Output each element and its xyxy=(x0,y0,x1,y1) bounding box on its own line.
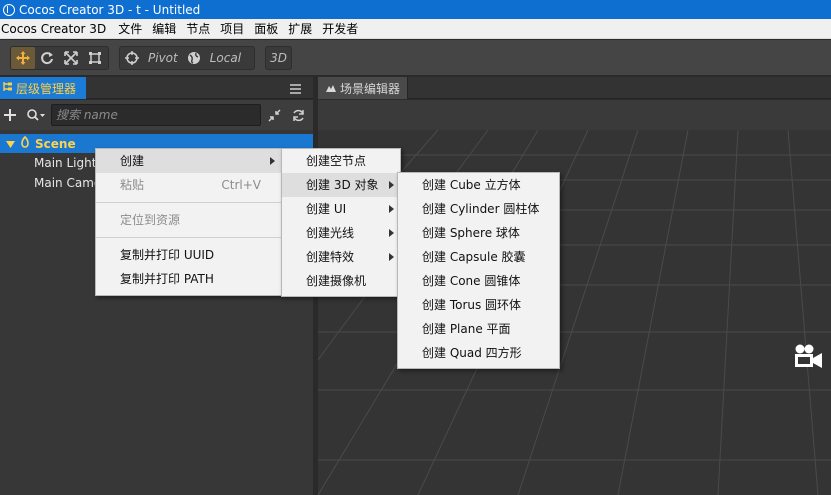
menu-item-paste-label: 粘贴 xyxy=(120,178,145,192)
menu-item-create-torus[interactable]: 创建 Torus 圆环体 xyxy=(398,293,559,317)
menu-item-create-sphere[interactable]: 创建 Sphere 球体 xyxy=(398,221,559,245)
menu-item-create-empty-node[interactable]: 创建空节点 xyxy=(282,149,400,173)
menu-app[interactable]: Cocos Creator 3D xyxy=(0,19,114,39)
menu-item-create-capsule[interactable]: 创建 Capsule 胶囊 xyxy=(398,245,559,269)
create-3d-object-submenu: 创建 Cube 立方体 创建 Cylinder 圆柱体 创建 Sphere 球体… xyxy=(397,172,560,369)
window-title: Cocos Creator 3D - t - Untitled xyxy=(19,2,201,17)
menu-item-create-light[interactable]: 创建光线 xyxy=(282,221,400,245)
menu-item-create-effects-label: 创建特效 xyxy=(306,250,355,264)
hierarchy-menu-icon[interactable] xyxy=(290,83,301,94)
menu-item-paste[interactable]: 粘贴 Ctrl+V xyxy=(96,173,281,197)
transform-tools xyxy=(10,46,109,70)
menu-item-create-camera[interactable]: 创建摄像机 xyxy=(282,269,400,293)
window-title-bar: Cocos Creator 3D - t - Untitled xyxy=(0,0,831,19)
expand-arrow-icon[interactable] xyxy=(6,137,15,151)
menu-bar: Cocos Creator 3D 文件 编辑 节点 项目 面板 扩展 开发者 xyxy=(0,19,831,39)
search-input[interactable]: 搜索 name xyxy=(51,104,261,126)
submenu-arrow-icon xyxy=(389,181,394,189)
menu-edit[interactable]: 编辑 xyxy=(148,19,182,39)
tab-hierarchy[interactable]: 层级管理器 xyxy=(0,77,86,99)
menu-separator xyxy=(96,237,281,238)
menu-item-create-light-label: 创建光线 xyxy=(306,226,355,240)
tab-scene-editor[interactable]: 场景编辑器 xyxy=(318,77,408,99)
scene-node-label: Scene xyxy=(35,136,76,151)
scale-tool-icon[interactable] xyxy=(59,47,83,69)
menu-developer[interactable]: 开发者 xyxy=(318,19,364,39)
submenu-arrow-icon xyxy=(270,157,275,165)
main-toolbar: Pivot Local 3D xyxy=(0,40,831,76)
camera-gizmo-icon[interactable] xyxy=(792,343,824,372)
search-type-icon[interactable] xyxy=(27,109,45,124)
hierarchy-tab-icon xyxy=(3,81,13,95)
rotate-tool-icon[interactable] xyxy=(35,47,59,69)
menu-item-create-label: 创建 xyxy=(120,154,145,168)
menu-item-copy-uuid[interactable]: 复制并打印 UUID xyxy=(96,243,281,267)
scene-tab-icon xyxy=(326,81,336,95)
globe-icon[interactable] xyxy=(182,47,206,69)
menu-separator xyxy=(96,202,281,203)
menu-item-create-quad[interactable]: 创建 Quad 四方形 xyxy=(398,341,559,365)
menu-item-create-cube[interactable]: 创建 Cube 立方体 xyxy=(398,173,559,197)
refresh-icon[interactable] xyxy=(292,109,305,125)
pivot-toggle[interactable]: Pivot xyxy=(144,51,182,65)
scene-tab-title: 场景编辑器 xyxy=(340,81,401,96)
menu-item-create-cylinder[interactable]: 创建 Cylinder 圆柱体 xyxy=(398,197,559,221)
add-node-icon[interactable] xyxy=(4,109,16,124)
pivot-local-group: Pivot Local xyxy=(119,46,255,70)
submenu-arrow-icon xyxy=(389,205,394,213)
paste-shortcut: Ctrl+V xyxy=(221,178,261,192)
menu-panel[interactable]: 面板 xyxy=(250,19,284,39)
tree-node-main-light[interactable]: Main Light xyxy=(34,156,96,170)
menu-item-create-ui-label: 创建 UI xyxy=(306,202,347,216)
cocos-logo-icon xyxy=(3,3,15,16)
menu-item-create-effects[interactable]: 创建特效 xyxy=(282,245,400,269)
move-tool-icon[interactable] xyxy=(11,47,35,69)
pivot-icon[interactable] xyxy=(120,47,144,69)
menu-item-create-ui[interactable]: 创建 UI xyxy=(282,197,400,221)
menu-item-create-3d-object[interactable]: 创建 3D 对象 xyxy=(282,173,400,197)
scene-node-icon xyxy=(20,135,30,151)
collapse-all-icon[interactable] xyxy=(268,109,281,125)
submenu-arrow-icon xyxy=(389,253,394,261)
menu-project[interactable]: 项目 xyxy=(216,19,250,39)
menu-item-create[interactable]: 创建 xyxy=(96,149,281,173)
context-menu: 创建 粘贴 Ctrl+V 定位到资源 复制并打印 UUID 复制并打印 PATH xyxy=(95,148,282,296)
submenu-arrow-icon xyxy=(389,229,394,237)
local-toggle[interactable]: Local xyxy=(206,51,245,65)
mode-3d-group: 3D xyxy=(265,46,292,70)
menu-item-locate-asset[interactable]: 定位到资源 xyxy=(96,208,281,232)
mode-3d-toggle[interactable]: 3D xyxy=(270,51,287,65)
menu-extension[interactable]: 扩展 xyxy=(284,19,318,39)
menu-item-copy-path[interactable]: 复制并打印 PATH xyxy=(96,267,281,291)
menu-item-create-3d-object-label: 创建 3D 对象 xyxy=(306,178,379,192)
menu-node[interactable]: 节点 xyxy=(182,19,216,39)
menu-item-create-plane[interactable]: 创建 Plane 平面 xyxy=(398,317,559,341)
menu-file[interactable]: 文件 xyxy=(114,19,148,39)
menu-item-create-cone[interactable]: 创建 Cone 圆锥体 xyxy=(398,269,559,293)
create-submenu: 创建空节点 创建 3D 对象 创建 UI 创建光线 创建特效 创建摄像机 xyxy=(281,148,401,297)
hierarchy-tab-title: 层级管理器 xyxy=(16,81,77,96)
rect-tool-icon[interactable] xyxy=(83,47,107,69)
